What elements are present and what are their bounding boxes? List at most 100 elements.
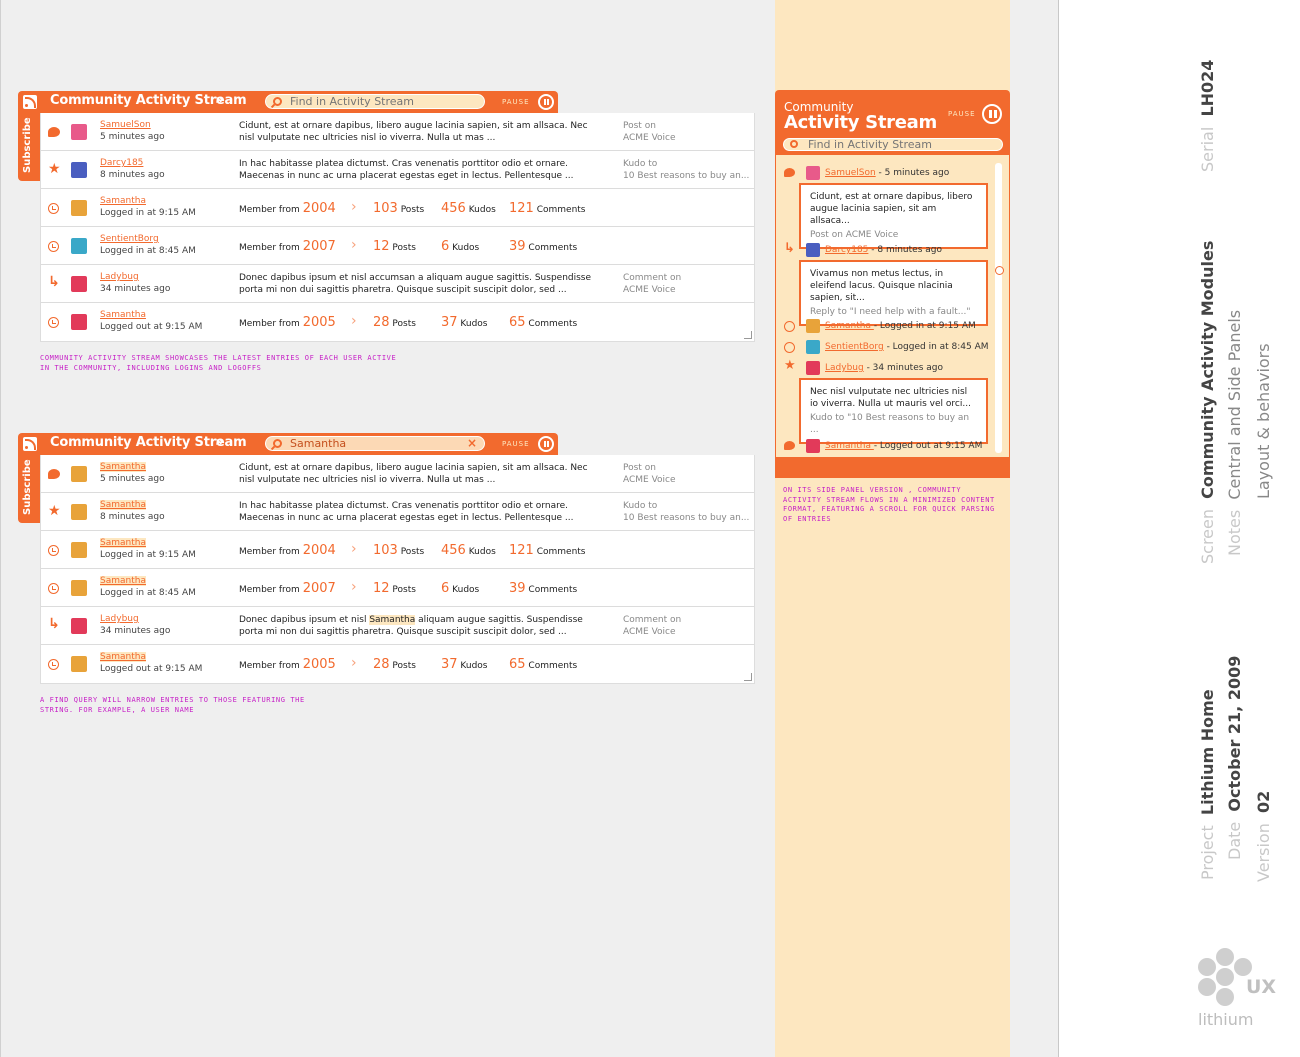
kudos-stat: 37 Kudos <box>441 657 488 672</box>
avatar[interactable] <box>806 319 820 333</box>
username-link[interactable]: Samantha <box>825 321 874 331</box>
activity-context[interactable]: Kudo to 10 Best reasons to buy an... <box>623 158 753 182</box>
chevron-right-icon[interactable]: » <box>215 92 224 108</box>
kudos-count: 37 <box>441 657 458 672</box>
username-link[interactable]: Ladybug <box>100 272 139 282</box>
member-from-label: Member from <box>239 319 300 329</box>
chevron-right-icon[interactable]: » <box>215 434 224 450</box>
pause-button[interactable] <box>538 436 554 452</box>
module-header: Community Activity Stream » PAUSE <box>18 91 558 113</box>
entry-card[interactable]: Vivamus non metus lectus, in eleifend la… <box>799 260 988 326</box>
side-entry: SentientBorg - Logged in at 8:45 AM <box>776 340 989 358</box>
activity-row: Samantha Logged out at 9:15 AM Member fr… <box>41 303 754 341</box>
context-type: Kudo to <box>623 159 658 169</box>
activity-list: SamuelSon 5 minutes ago Cidunt, est at o… <box>40 113 755 342</box>
avatar[interactable] <box>71 542 87 558</box>
username-link[interactable]: SentientBorg <box>100 234 159 244</box>
comments-label: Comments <box>536 205 586 215</box>
rss-icon[interactable] <box>23 437 37 451</box>
username-link[interactable]: Samantha <box>100 310 146 320</box>
avatar[interactable] <box>806 340 820 354</box>
activity-context[interactable]: Kudo to 10 Best reasons to buy an... <box>623 500 753 524</box>
entry-card[interactable]: Cidunt, est at ornare dapibus, libero au… <box>799 183 988 249</box>
logo-dot <box>1234 958 1252 976</box>
activity-list: Samantha 5 minutes ago Cidunt, est at or… <box>40 455 755 684</box>
username-link[interactable]: Ladybug <box>100 614 139 624</box>
username-link[interactable]: Samantha <box>100 196 146 206</box>
subscribe-tab[interactable]: Subscribe <box>18 113 40 181</box>
activity-context[interactable]: Comment on ACME Voice <box>623 272 753 296</box>
separator-chevron-icon: › <box>351 541 357 557</box>
search-input[interactable] <box>808 138 988 150</box>
kudos-label: Kudos <box>452 585 480 595</box>
pause-button[interactable] <box>538 94 554 110</box>
posts-stat: 103 Posts <box>373 201 424 216</box>
avatar[interactable] <box>806 243 820 257</box>
entry-card[interactable]: Nec nisl vulputate nec ultricies nisl io… <box>799 378 988 444</box>
version-label: Version <box>1254 823 1273 882</box>
card-context: Post on ACME Voice <box>810 230 899 240</box>
resize-handle[interactable] <box>744 673 752 681</box>
pause-button[interactable] <box>982 104 1002 124</box>
avatar[interactable] <box>71 466 87 482</box>
kudos-stat: 6 Kudos <box>441 239 479 254</box>
clear-search-icon[interactable]: × <box>467 436 477 450</box>
avatar[interactable] <box>806 361 820 375</box>
avatar[interactable] <box>806 439 820 453</box>
search-box[interactable] <box>265 94 485 109</box>
version-field: Version 02 <box>1254 791 1273 882</box>
username-link[interactable]: Samantha <box>100 538 146 548</box>
separator-chevron-icon: › <box>351 237 357 253</box>
entry-time: - 5 minutes ago <box>875 168 950 178</box>
username-link[interactable]: Samantha <box>100 576 146 586</box>
activity-context[interactable]: Post on ACME Voice <box>623 462 753 486</box>
avatar[interactable] <box>71 162 87 178</box>
rss-icon[interactable] <box>23 95 37 109</box>
scrollbar-track[interactable] <box>995 163 1002 453</box>
avatar[interactable] <box>71 238 87 254</box>
avatar[interactable] <box>71 200 87 216</box>
activity-context[interactable]: Post on ACME Voice <box>623 120 753 144</box>
avatar[interactable] <box>71 580 87 596</box>
member-from: Member from 2004 <box>239 201 336 216</box>
scrollbar-thumb[interactable] <box>995 266 1004 275</box>
avatar[interactable] <box>71 276 87 292</box>
activity-time: Logged in at 9:15 AM <box>100 550 196 560</box>
comments-label: Comments <box>536 547 586 557</box>
context-target: ACME Voice <box>623 475 676 485</box>
avatar[interactable] <box>71 656 87 672</box>
search-box[interactable]: × <box>265 436 485 451</box>
avatar[interactable] <box>71 504 87 520</box>
username-link[interactable]: SentientBorg <box>825 342 884 352</box>
username-link[interactable]: Samantha <box>100 462 146 472</box>
avatar[interactable] <box>71 314 87 330</box>
activity-context[interactable]: Comment on ACME Voice <box>623 614 753 638</box>
entry-line: Samantha - Logged out at 9:15 AM <box>825 441 982 451</box>
clock-icon <box>784 342 795 353</box>
subscribe-tab[interactable]: Subscribe <box>18 455 40 523</box>
username-link[interactable]: Ladybug <box>825 363 864 373</box>
username-link[interactable]: Samantha <box>825 441 874 451</box>
activity-stream-module: Community Activity Stream » PAUSE Subscr… <box>18 91 758 351</box>
username-link[interactable]: Darcy185 <box>100 158 143 168</box>
username-link[interactable]: Samantha <box>100 500 146 510</box>
comments-stat: 65 Comments <box>509 657 577 672</box>
search-input[interactable] <box>290 437 460 450</box>
member-from-label: Member from <box>239 243 300 253</box>
username-link[interactable]: SamuelSon <box>825 168 876 178</box>
member-year: 2007 <box>302 239 336 254</box>
side-entry: Samantha - Logged in at 9:15 AM <box>776 319 986 337</box>
username-link[interactable]: SamuelSon <box>100 120 151 130</box>
search-input[interactable] <box>290 95 460 108</box>
message-text: Donec dapibus ipsum et nisl <box>239 615 370 625</box>
search-box[interactable] <box>783 138 1003 151</box>
entry-line: SentientBorg - Logged in at 8:45 AM <box>825 342 989 352</box>
posts-label: Posts <box>392 243 416 253</box>
search-icon <box>790 140 798 148</box>
avatar[interactable] <box>71 618 87 634</box>
username-link[interactable]: Darcy185 <box>825 245 868 255</box>
resize-handle[interactable] <box>744 331 752 339</box>
avatar[interactable] <box>71 124 87 140</box>
avatar[interactable] <box>806 166 820 180</box>
username-link[interactable]: Samantha <box>100 652 146 662</box>
